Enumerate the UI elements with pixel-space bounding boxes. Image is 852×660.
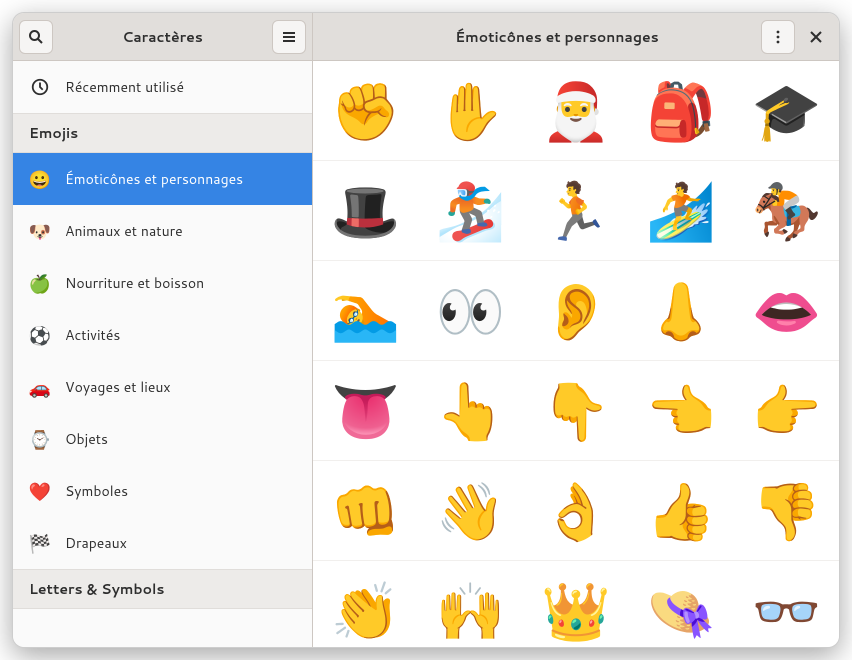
- cat-travel-icon: 🚗: [29, 376, 51, 398]
- emoji-cell[interactable]: 👓: [734, 561, 839, 647]
- emoji-cell[interactable]: 🙌: [418, 561, 523, 647]
- body: Récemment utilisé Emojis 😀 Émoticônes et …: [13, 61, 839, 647]
- cat-smileys-icon: 😀: [29, 168, 51, 190]
- emoji-cell[interactable]: 🏃: [523, 161, 628, 261]
- emoji-cell[interactable]: 👅: [313, 361, 418, 461]
- headerbar-content: Émoticônes et personnages: [313, 13, 839, 60]
- content-area: ✊✋🎅🎒🎓 🎩🏂🏃🏄🏇 🏊👀👂👃👄 👅👆👇👈👉 👊👋👌👍👎 👏🙌👑👒👓: [313, 61, 839, 647]
- emoji-cell[interactable]: 🎓: [734, 61, 839, 161]
- sidebar-item-label: Objets: [65, 429, 108, 449]
- emoji-cell[interactable]: 👍: [629, 461, 734, 561]
- cat-smileys[interactable]: 😀 Émoticônes et personnages: [13, 153, 312, 205]
- cat-animals-icon: 🐶: [29, 220, 51, 242]
- emoji-cell[interactable]: 👂: [523, 261, 628, 361]
- sidebar-item-label: Symboles: [65, 481, 128, 501]
- emoji-cell[interactable]: 👇: [523, 361, 628, 461]
- cat-flags[interactable]: 🏁 Drapeaux: [13, 517, 312, 569]
- cat-travel[interactable]: 🚗 Voyages et lieux: [13, 361, 312, 413]
- view-menu-button[interactable]: [761, 20, 795, 54]
- emoji-grid: ✊✋🎅🎒🎓 🎩🏂🏃🏄🏇 🏊👀👂👃👄 👅👆👇👈👉 👊👋👌👍👎 👏🙌👑👒👓: [313, 61, 839, 647]
- headerbar: Caractères Émoticônes et personnages: [13, 13, 839, 61]
- emoji-cell[interactable]: 🎩: [313, 161, 418, 261]
- emoji-cell[interactable]: ✋: [418, 61, 523, 161]
- sidebar-item-label: Activités: [65, 325, 120, 345]
- emoji-cell[interactable]: 👋: [418, 461, 523, 561]
- emoji-cell[interactable]: 🏄: [629, 161, 734, 261]
- app-window: Caractères Émoticônes et personnages Réc…: [12, 12, 840, 648]
- search-icon: [28, 29, 44, 45]
- close-button[interactable]: [799, 20, 833, 54]
- emoji-cell[interactable]: 🎅: [523, 61, 628, 161]
- sidebar-item-label: Récemment utilisé: [65, 77, 184, 97]
- emoji-cell[interactable]: 👉: [734, 361, 839, 461]
- sidebar-item-label: Voyages et lieux: [65, 377, 171, 397]
- cat-flags-icon: 🏁: [29, 532, 51, 554]
- kebab-icon: [770, 29, 786, 45]
- cat-food-icon: 🍏: [29, 272, 51, 294]
- emoji-cell[interactable]: 👀: [418, 261, 523, 361]
- primary-menu-button[interactable]: [272, 20, 306, 54]
- emoji-cell[interactable]: 👃: [629, 261, 734, 361]
- emoji-cell[interactable]: 🏊: [313, 261, 418, 361]
- emoji-cell[interactable]: 🎒: [629, 61, 734, 161]
- emoji-cell[interactable]: 👑: [523, 561, 628, 647]
- close-icon: [808, 29, 824, 45]
- sidebar-title: Caractères: [57, 27, 268, 47]
- cat-objects[interactable]: ⌚ Objets: [13, 413, 312, 465]
- emoji-cell[interactable]: 👎: [734, 461, 839, 561]
- emoji-cell[interactable]: 🏂: [418, 161, 523, 261]
- sidebar-item-label: Émoticônes et personnages: [65, 169, 243, 189]
- cat-activities-icon: ⚽: [29, 324, 51, 346]
- cat-symbols[interactable]: ❤️ Symboles: [13, 465, 312, 517]
- emoji-cell[interactable]: 👏: [313, 561, 418, 647]
- emoji-cell[interactable]: ✊: [313, 61, 418, 161]
- sidebar-item-label: Drapeaux: [65, 533, 127, 553]
- emoji-cell[interactable]: 👄: [734, 261, 839, 361]
- headerbar-sidebar: Caractères: [13, 13, 313, 60]
- emoji-cell[interactable]: 👊: [313, 461, 418, 561]
- cat-animals[interactable]: 🐶 Animaux et nature: [13, 205, 312, 257]
- content-title: Émoticônes et personnages: [357, 27, 757, 47]
- clock-icon: [29, 76, 51, 98]
- sidebar-section-emojis: Emojis: [13, 113, 312, 153]
- cat-objects-icon: ⌚: [29, 428, 51, 450]
- emoji-cell[interactable]: 👈: [629, 361, 734, 461]
- emoji-cell[interactable]: 🏇: [734, 161, 839, 261]
- sidebar-item-label: Animaux et nature: [65, 221, 183, 241]
- sidebar-item-recent[interactable]: Récemment utilisé: [13, 61, 312, 113]
- sidebar-section-letters: Letters & Symbols: [13, 569, 312, 609]
- cat-food[interactable]: 🍏 Nourriture et boisson: [13, 257, 312, 309]
- emoji-cell[interactable]: 👆: [418, 361, 523, 461]
- search-button[interactable]: [19, 20, 53, 54]
- emoji-cell[interactable]: 👌: [523, 461, 628, 561]
- cat-activities[interactable]: ⚽ Activités: [13, 309, 312, 361]
- sidebar-item-label: Nourriture et boisson: [65, 273, 204, 293]
- hamburger-icon: [281, 29, 297, 45]
- sidebar: Récemment utilisé Emojis 😀 Émoticônes et …: [13, 61, 313, 647]
- cat-symbols-icon: ❤️: [29, 480, 51, 502]
- emoji-cell[interactable]: 👒: [629, 561, 734, 647]
